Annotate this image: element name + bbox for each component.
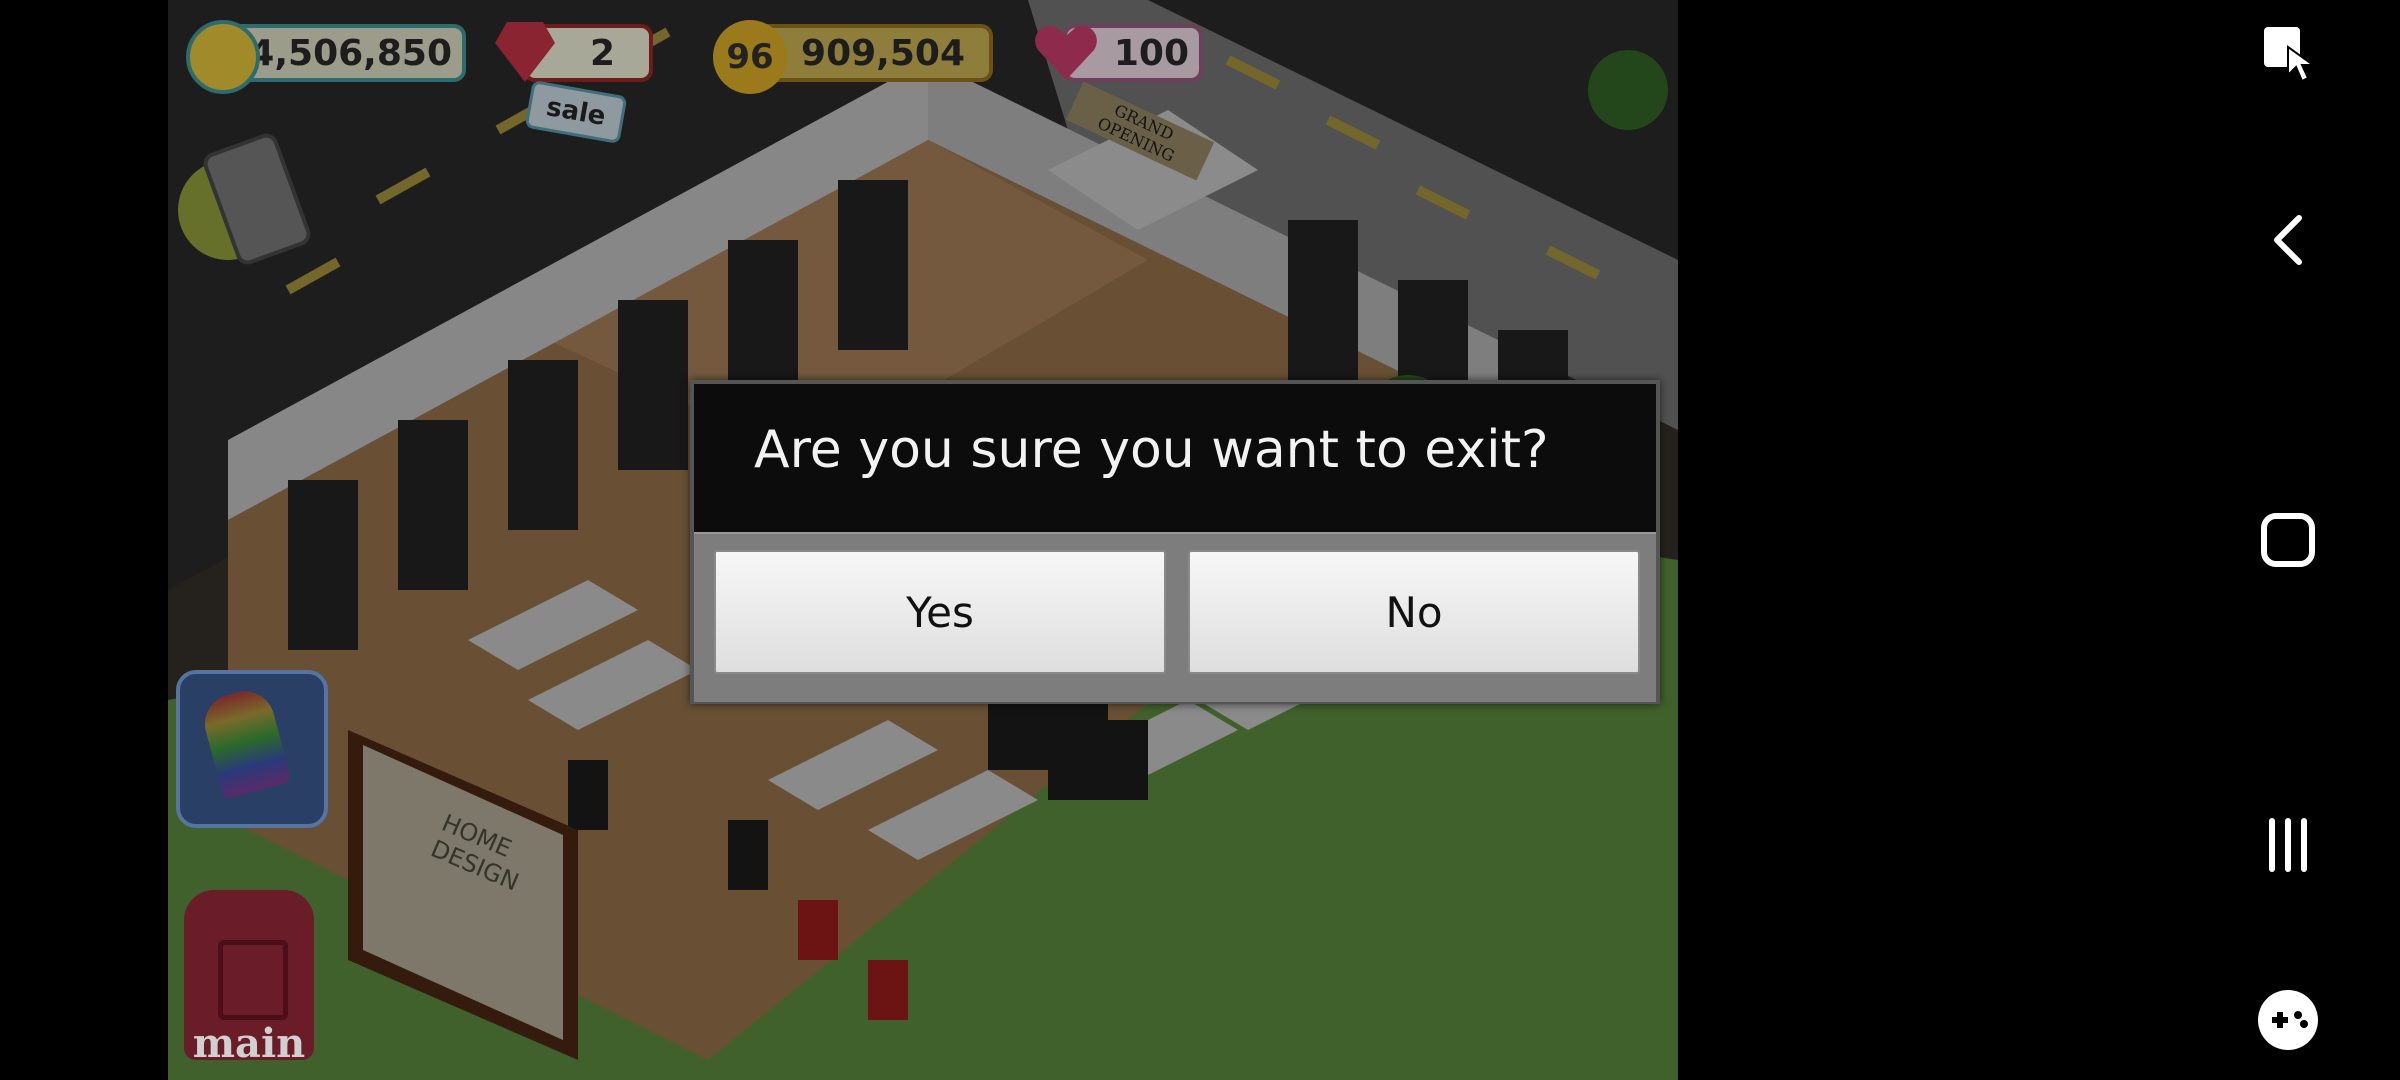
gems-counter[interactable]: 2	[493, 22, 663, 84]
experience-counter[interactable]: 909,504 96	[713, 20, 1003, 94]
notebook-icon	[218, 940, 288, 1020]
coins-counter[interactable]: 14,506,850	[186, 20, 468, 94]
screenshot-icon	[2264, 27, 2317, 83]
dialog-button-bar: Yes No	[694, 532, 1656, 702]
screenshot-button[interactable]	[2238, 6, 2338, 106]
game-tools-icon	[2258, 990, 2318, 1050]
level-star-icon: 96	[713, 20, 787, 94]
popsicle-promo-button[interactable]	[176, 670, 328, 828]
recent-apps-icon	[2269, 818, 2307, 872]
popsicle-icon	[198, 684, 292, 800]
game-tools-button[interactable]	[2238, 970, 2338, 1070]
main-menu-button[interactable]: main	[174, 880, 324, 1076]
coin-icon	[186, 20, 260, 94]
phone-button[interactable]	[178, 130, 318, 290]
exit-dialog: Are you sure you want to exit? Yes No	[690, 380, 1660, 704]
yes-button[interactable]: Yes	[714, 550, 1166, 674]
home-icon	[2261, 513, 2315, 567]
energy-counter[interactable]: 100	[1033, 22, 1213, 84]
level-value: 96	[726, 37, 774, 77]
back-icon	[2274, 215, 2302, 265]
back-button[interactable]	[2238, 190, 2338, 290]
experience-value: 909,504	[801, 32, 965, 74]
no-button[interactable]: No	[1188, 550, 1640, 674]
recent-apps-button[interactable]	[2238, 795, 2338, 895]
system-navigation-bar	[2178, 0, 2400, 1080]
heart-icon	[1033, 22, 1099, 84]
dialog-title: Are you sure you want to exit?	[754, 420, 1549, 480]
home-button[interactable]	[2238, 490, 2338, 590]
gems-value: 2	[589, 32, 615, 74]
main-label: main	[192, 1020, 306, 1067]
energy-value: 100	[1113, 32, 1189, 74]
